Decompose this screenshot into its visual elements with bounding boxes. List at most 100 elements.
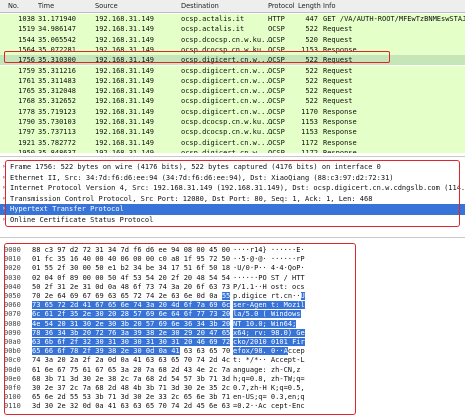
selected-packet-highlight-box <box>4 51 390 63</box>
packet-cell-dst: ocsp.digicert.cn.w... <box>181 66 270 75</box>
packet-cell-src: 192.168.31.149 <box>95 25 155 34</box>
packet-row[interactable]: 1768 35.312652 192.168.31.149 ocsp.digicert… <box>0 96 465 107</box>
packet-cell-info: Response <box>323 138 357 147</box>
packet-cell-time: 35.312652 <box>38 97 76 106</box>
packet-cell-info: Response <box>323 118 357 126</box>
packet-cell-time: 34.986147 <box>38 25 76 34</box>
packet-row[interactable]: 1038 31.171940 192.168.31.149 ocsp.actalis.… <box>0 14 465 25</box>
packet-row[interactable]: 1950 35.848637 192.168.31.149 ocsp.digicert… <box>0 147 465 153</box>
packet-cell-src: 192.168.31.149 <box>95 66 155 75</box>
packet-cell-src: 192.168.31.149 <box>95 118 155 126</box>
packet-cell-src: 192.168.31.149 <box>95 107 155 116</box>
packet-cell-time: 35.730103 <box>38 118 76 126</box>
packet-list: No. Time Source Destination Protocol Len… <box>0 0 465 153</box>
packet-cell-no: 1519 <box>18 25 35 34</box>
packet-cell-len: 522 <box>305 66 318 75</box>
packet-cell-no: 1765 <box>18 87 35 96</box>
packet-row[interactable]: 1544 35.065542 192.168.31.149 ocsp.dcocsp.c… <box>0 34 465 45</box>
packet-cell-info: Response <box>323 148 357 153</box>
packet-cell-src: 192.168.31.149 <box>95 35 155 44</box>
packet-cell-len: 1153 <box>301 118 318 126</box>
packet-cell-len: 447 <box>305 15 318 23</box>
packet-cell-src: 192.168.31.149 <box>95 138 155 147</box>
packet-cell-time: 35.737113 <box>38 128 76 137</box>
packet-row[interactable]: 1797 35.737113 192.168.31.149 ocsp.dcocsp.c… <box>0 127 465 138</box>
packet-cell-dst: ocsp.dcocsp.cn.w.ku... <box>181 128 274 137</box>
packet-cell-no: 1761 <box>18 76 35 85</box>
packet-cell-proto: OCSP <box>268 97 285 106</box>
packet-cell-proto: OCSP <box>268 35 285 44</box>
packet-cell-len: 522 <box>305 97 318 106</box>
col-length-header[interactable]: Length <box>298 2 321 10</box>
packet-cell-proto: OCSP <box>268 128 285 137</box>
packet-cell-proto: OCSP <box>268 107 285 116</box>
packet-cell-dst: ocsp.digicert.cn.w... <box>181 87 270 96</box>
packet-cell-len: 1170 <box>301 107 318 116</box>
packet-cell-dst: ocsp.actalis.it <box>181 25 245 34</box>
packet-cell-proto: OCSP <box>268 87 285 96</box>
col-info-header[interactable]: Info <box>323 2 335 10</box>
packet-row[interactable]: 1759 35.311216 192.168.31.149 ocsp.digicert… <box>0 65 465 76</box>
packet-cell-src: 192.168.31.149 <box>95 148 155 153</box>
packet-cell-time: 35.311216 <box>38 66 76 75</box>
packet-list-header: No. Time Source Destination Protocol Len… <box>0 0 465 13</box>
packet-row[interactable]: 1761 35.311483 192.168.31.149 ocsp.digicert… <box>0 75 465 87</box>
packet-cell-info: Response <box>323 107 357 116</box>
packet-cell-len: 1153 <box>301 128 318 137</box>
packet-cell-no: 1544 <box>18 35 35 44</box>
packet-cell-src: 192.168.31.149 <box>95 128 155 137</box>
packet-cell-time: 31.171940 <box>38 15 76 23</box>
packet-cell-info: Request <box>323 97 353 106</box>
col-destination-header[interactable]: Destination <box>181 2 219 10</box>
packet-cell-info: Request <box>323 87 353 96</box>
packet-cell-dst: ocsp.digicert.cn.w... <box>181 138 270 147</box>
packet-row[interactable]: 1778 35.719123 192.168.31.149 ocsp.digicert… <box>0 106 465 117</box>
packet-cell-src: 192.168.31.149 <box>95 97 155 106</box>
packet-row[interactable]: 1790 35.730103 192.168.31.149 ocsp.dcocsp.c… <box>0 117 465 128</box>
packet-cell-no: 1921 <box>18 138 35 147</box>
packet-cell-len: 522 <box>305 25 318 34</box>
packet-cell-src: 192.168.31.149 <box>95 76 155 85</box>
packet-cell-dst: ocsp.dcocsp.cn.w.ku... <box>181 35 274 44</box>
packet-cell-info: Request <box>323 35 353 44</box>
packet-cell-len: 522 <box>305 87 318 96</box>
packet-cell-time: 35.065542 <box>38 35 76 44</box>
packet-cell-src: 192.168.31.149 <box>95 15 155 23</box>
col-protocol-header[interactable]: Protocol <box>268 2 295 10</box>
packet-cell-proto: OCSP <box>268 66 285 75</box>
packet-row[interactable]: 1519 34.986147 192.168.31.149 ocsp.actalis.… <box>0 24 465 35</box>
packet-cell-proto: OCSP <box>268 138 285 147</box>
packet-cell-no: 1950 <box>18 148 35 153</box>
packet-row[interactable]: 1765 35.312048 192.168.31.149 ocsp.digicert… <box>0 86 465 97</box>
packet-cell-info: GET /VA/AUTH-ROOT/MFEwTzBNMEswSTAJB <box>323 15 465 23</box>
packet-cell-info: Request <box>323 25 353 34</box>
packet-cell-len: 1172 <box>301 148 318 153</box>
packet-cell-info: Request <box>323 66 353 75</box>
col-time-header[interactable]: Time <box>38 2 54 10</box>
packet-cell-len: 1172 <box>301 138 318 147</box>
packet-cell-time: 35.312048 <box>38 87 76 96</box>
packet-cell-no: 1768 <box>18 97 35 106</box>
packet-cell-dst: ocsp.digicert.cn.w... <box>181 148 270 153</box>
packet-cell-dst: ocsp.digicert.cn.w... <box>181 76 270 85</box>
details-highlight-box <box>5 160 460 227</box>
packet-cell-time: 35.782772 <box>38 138 76 147</box>
packet-cell-proto: OCSP <box>268 118 285 126</box>
packet-cell-dst: ocsp.dcocsp.cn.w.ku... <box>181 118 274 126</box>
packet-cell-proto: OCSP <box>268 148 285 153</box>
packet-cell-no: 1759 <box>18 66 35 75</box>
packet-cell-proto: OCSP <box>268 76 285 85</box>
packet-cell-no: 1797 <box>18 128 35 137</box>
col-source-header[interactable]: Source <box>95 2 118 10</box>
packet-row[interactable]: 1921 35.782772 192.168.31.149 ocsp.digicert… <box>0 137 465 148</box>
packet-cell-proto: OCSP <box>268 25 285 34</box>
packet-cell-len: 520 <box>305 35 318 44</box>
packet-cell-info: Request <box>323 76 353 85</box>
packet-cell-dst: ocsp.digicert.cn.w... <box>181 107 270 116</box>
packet-cell-no: 1778 <box>18 107 35 116</box>
packet-cell-time: 35.719123 <box>38 107 76 116</box>
packet-cell-proto: HTTP <box>268 15 285 23</box>
packet-cell-time: 35.311483 <box>38 76 76 85</box>
packet-cell-time: 35.848637 <box>38 148 76 153</box>
col-no-header[interactable]: No. <box>8 2 19 10</box>
